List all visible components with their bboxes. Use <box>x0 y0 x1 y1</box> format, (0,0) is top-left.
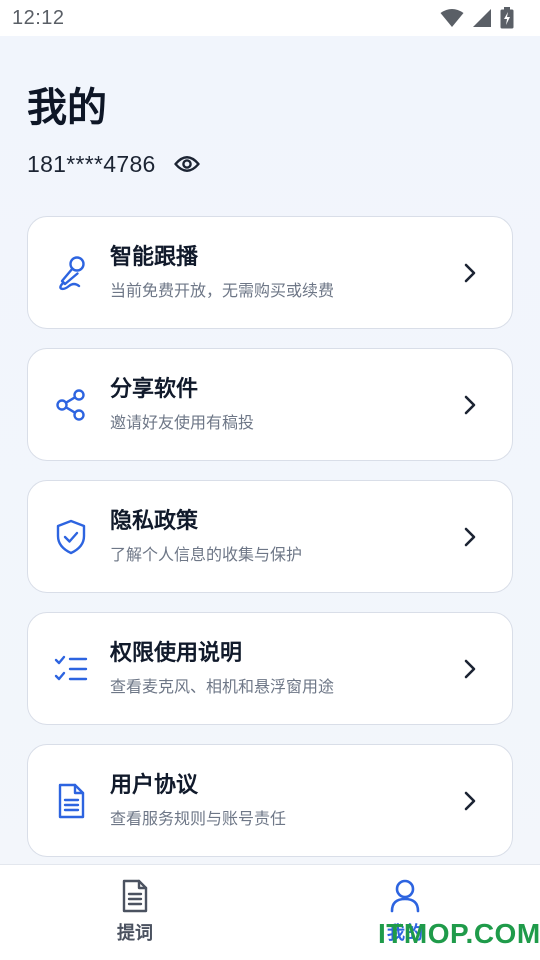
page-title: 我的 <box>27 85 107 131</box>
tab-prompt[interactable]: 提词 <box>0 865 270 960</box>
card-title: 隐私政策 <box>110 508 199 534</box>
user-icon <box>390 879 420 917</box>
checklist-icon <box>51 649 91 689</box>
status-time: 12:12 <box>12 6 65 29</box>
card-title: 智能跟播 <box>110 244 199 270</box>
card-subtitle: 当前免费开放，无需购买或续费 <box>110 280 335 300</box>
phone-number: 181****4786 <box>27 150 156 177</box>
menu-item-user-agreement[interactable]: 用户协议 查看服务规则与账号责任 <box>27 744 513 857</box>
menu-item-privacy-policy[interactable]: 隐私政策 了解个人信息的收集与保护 <box>27 480 513 593</box>
document-tab-icon <box>121 879 149 917</box>
card-subtitle: 查看服务规则与账号责任 <box>110 808 287 828</box>
watermark: ITMOP.COM <box>378 918 540 949</box>
menu-item-permission-guide[interactable]: 权限使用说明 查看麦克风、相机和悬浮窗用途 <box>27 612 513 725</box>
chevron-right-icon <box>458 393 482 417</box>
chevron-right-icon <box>458 525 482 549</box>
battery-charging-icon <box>500 7 514 29</box>
microphone-icon <box>51 253 91 293</box>
share-icon <box>51 385 91 425</box>
menu-item-smart-follow[interactable]: 智能跟播 当前免费开放，无需购买或续费 <box>27 216 513 329</box>
chevron-right-icon <box>458 657 482 681</box>
wifi-icon <box>440 8 464 28</box>
status-icons <box>440 7 514 29</box>
menu-item-share-app[interactable]: 分享软件 邀请好友使用有稿投 <box>27 348 513 461</box>
menu-list: 智能跟播 当前免费开放，无需购买或续费 分享软件 邀请好友使用有稿投 隐私政策 … <box>27 216 513 876</box>
status-bar: 12:12 <box>0 0 540 36</box>
cellular-signal-icon <box>472 8 492 28</box>
card-title: 权限使用说明 <box>110 640 243 666</box>
document-icon <box>51 781 91 821</box>
shield-check-icon <box>51 517 91 557</box>
card-subtitle: 查看麦克风、相机和悬浮窗用途 <box>110 676 335 696</box>
card-subtitle: 了解个人信息的收集与保护 <box>110 544 303 564</box>
chevron-right-icon <box>458 789 482 813</box>
phone-row: 181****4786 <box>27 146 202 182</box>
card-subtitle: 邀请好友使用有稿投 <box>110 412 255 432</box>
card-title: 用户协议 <box>110 772 199 798</box>
chevron-right-icon <box>458 261 482 285</box>
tab-label: 提词 <box>117 923 153 944</box>
eye-icon[interactable] <box>172 149 202 179</box>
card-title: 分享软件 <box>110 376 199 402</box>
